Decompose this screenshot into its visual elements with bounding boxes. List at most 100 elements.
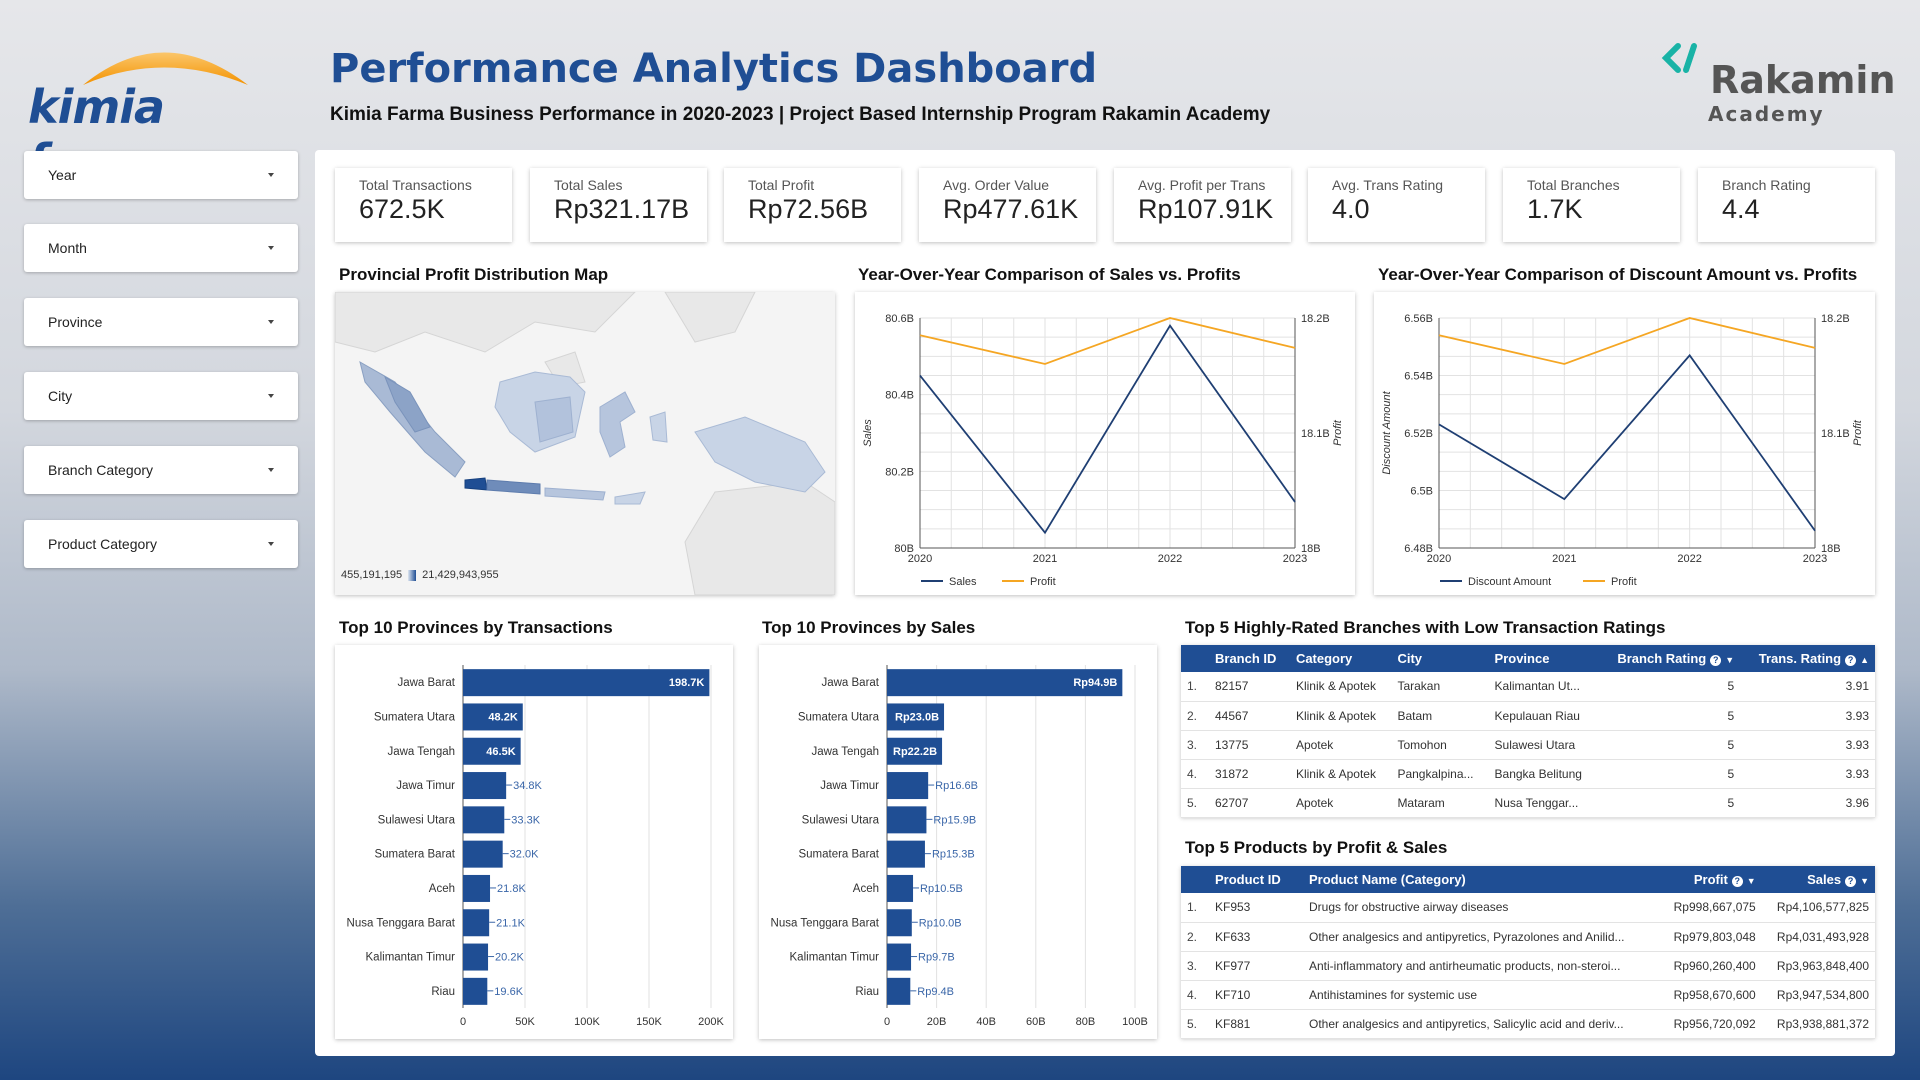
table-cell: KF710: [1209, 980, 1303, 1010]
bar: [887, 806, 927, 834]
table-cell: 2.: [1181, 922, 1209, 952]
y2-axis-label: Profit: [1852, 419, 1864, 446]
filter-province[interactable]: Province: [24, 298, 298, 346]
filter-label: Product Category: [48, 536, 157, 552]
table-cell: Rp979,803,048: [1659, 922, 1762, 952]
legend-label: Discount Amount: [1468, 576, 1551, 588]
header-category[interactable]: Category: [1289, 645, 1392, 672]
table-cell: 3.: [1181, 951, 1209, 981]
x-tick-label: 20B: [927, 1016, 947, 1028]
filter-product-category[interactable]: Product Category: [24, 520, 298, 568]
bar: [463, 840, 503, 868]
bar-value-label: Rp23.0B: [895, 711, 939, 723]
table-cell: 5: [1598, 730, 1741, 760]
table-cell: 3.93: [1740, 701, 1875, 731]
indonesia-map: [335, 292, 835, 595]
filter-month[interactable]: Month: [24, 224, 298, 272]
sales-profit-line-chart[interactable]: 80B80.2B80.4B80.6B18B18.1B18.2B2020 2021 2…: [855, 292, 1355, 595]
info-icon[interactable]: ?: [1845, 655, 1857, 666]
x-tick-label: 60B: [1026, 1016, 1046, 1028]
table-cell: Sulawesi Utara: [1488, 730, 1599, 760]
discount-profit-line-chart[interactable]: 6.48B6.5B6.52B6.54B6.56B18B18.1B18.2B202…: [1374, 292, 1875, 595]
table-row[interactable]: 4. KF710 Antihistamines for systemic use Rp…: [1181, 980, 1875, 1010]
sort-desc-icon[interactable]: ▼: [1860, 876, 1869, 886]
kpi-value: Rp72.56B: [748, 194, 869, 224]
chart-title: Top 10 Provinces by Sales: [762, 618, 976, 637]
x-tick-label: 150K: [636, 1016, 662, 1028]
table-row[interactable]: 5. KF881 Other analgesics and antipyretics…: [1181, 1009, 1875, 1039]
table-row[interactable]: 2. 44567 Klinik & Apotek Batam Kepulauan Ria…: [1181, 701, 1875, 731]
table-row[interactable]: 1. KF953 Drugs for obstructive airway dise…: [1181, 893, 1875, 923]
x-tick-label: 2022: [1158, 553, 1182, 565]
table-row[interactable]: 2. KF633 Other analgesics and antipyretics…: [1181, 922, 1875, 952]
filter-city[interactable]: City: [24, 372, 298, 420]
category-label: Nusa Tenggara Barat: [347, 917, 456, 929]
table-row[interactable]: 1. 82157 Klinik & Apotek Tarakan Kalimantan …: [1181, 672, 1875, 702]
table-cell: Apotek: [1289, 730, 1392, 760]
header-product-name[interactable]: Product Name (Category): [1303, 866, 1660, 893]
profit-map[interactable]: 455,191,195 21,429,943,955: [335, 292, 835, 595]
x-tick-label: 2021: [1033, 553, 1057, 565]
rakamin-logo: Rakamin Academy: [1660, 38, 1900, 128]
y2-axis-label: Profit: [1332, 419, 1344, 446]
caret-down-icon: [268, 468, 274, 472]
header-province[interactable]: Province: [1488, 645, 1599, 672]
bar: [887, 840, 925, 868]
y2-tick-label: 18.2B: [1821, 313, 1850, 325]
chart-title: Year-Over-Year Comparison of Discount Am…: [1378, 265, 1858, 284]
table-row[interactable]: 4. 31872 Klinik & Apotek Pangkalpina... Bang…: [1181, 759, 1875, 789]
table-cell: Pangkalpina...: [1391, 759, 1489, 789]
header-profit[interactable]: Profit? ▼: [1659, 866, 1762, 893]
info-icon[interactable]: ?: [1845, 876, 1857, 887]
bar: [887, 874, 914, 902]
table-cell: KF633: [1209, 922, 1303, 952]
category-label: Sulawesi Utara: [378, 814, 456, 826]
kpi-label: Avg. Profit per Trans: [1138, 177, 1266, 193]
header-sales[interactable]: Sales? ▼: [1761, 866, 1875, 893]
table-cell: Rp4,106,577,825: [1761, 893, 1875, 923]
kpi-total-transactions: Total Transactions 672.5K: [335, 168, 512, 242]
table-cell: Mataram: [1391, 788, 1489, 818]
y-tick-label: 6.52B: [1404, 428, 1433, 440]
table-cell: Antihistamines for systemic use: [1303, 980, 1660, 1010]
sort-desc-icon[interactable]: ▼: [1747, 876, 1756, 886]
table-cell: 62707: [1209, 788, 1290, 818]
transactions-bar-chart[interactable]: 0 50K 100K 150K 200K Jawa Barat 198.7K Sumatera…: [335, 645, 733, 1039]
y-axis-label: Discount Amount: [1381, 390, 1393, 474]
rakamin-mark-icon: [1661, 43, 1697, 73]
x-tick-label: 0: [460, 1016, 466, 1028]
filter-year[interactable]: Year: [24, 151, 298, 199]
filter-branch-category[interactable]: Branch Category: [24, 446, 298, 494]
header-label: Branch Rating: [1617, 651, 1707, 666]
branches-table: Branch ID Category City Province Branch …: [1181, 645, 1875, 818]
header-city[interactable]: City: [1391, 645, 1489, 672]
header-trans-rating[interactable]: Trans. Rating? ▲: [1740, 645, 1875, 672]
sales-bar-chart[interactable]: 0 20B 40B 60B 80B 100B Jawa Barat Rp94.9B Sumate…: [759, 645, 1157, 1039]
table-row[interactable]: 3. 13775 Apotek Tomohon Sulawesi Utara 5 3.93: [1181, 730, 1875, 760]
kpi-value: Rp107.91K: [1138, 194, 1274, 224]
x-tick-label: 100B: [1122, 1016, 1148, 1028]
table-row[interactable]: 5. 62707 Apotek Mataram Nusa Tenggar... 5 3.96: [1181, 788, 1875, 818]
kpi-avg-profit-per-trans: Avg. Profit per Trans Rp107.91K: [1114, 168, 1291, 242]
table-cell: 5: [1598, 759, 1741, 789]
table-cell: Rp998,667,075: [1659, 893, 1762, 923]
header-branch-id[interactable]: Branch ID: [1209, 645, 1290, 672]
info-icon[interactable]: ?: [1731, 876, 1743, 887]
chart-title: Top 10 Provinces by Transactions: [339, 618, 613, 637]
y-tick-label: 6.54B: [1404, 371, 1433, 383]
kpi-total-branches: Total Branches 1.7K: [1503, 168, 1680, 242]
info-icon[interactable]: ?: [1710, 655, 1722, 666]
category-label: Jawa Barat: [397, 677, 455, 689]
table-row[interactable]: 3. KF977 Anti-inflammatory and antirheumat…: [1181, 951, 1875, 981]
table-cell: Rp3,947,534,800: [1761, 980, 1875, 1010]
caret-down-icon: [268, 173, 274, 177]
header-branch-rating[interactable]: Branch Rating? ▼: [1598, 645, 1741, 672]
sort-asc-icon[interactable]: ▲: [1860, 655, 1869, 665]
sort-desc-icon[interactable]: ▼: [1725, 655, 1734, 665]
kpi-value: 672.5K: [359, 194, 445, 224]
kpi-avg-order-value: Avg. Order Value Rp477.61K: [919, 168, 1096, 242]
header-product-id[interactable]: Product ID: [1209, 866, 1303, 893]
table-cell: Anti-inflammatory and antirheumatic prod…: [1303, 951, 1660, 981]
caret-down-icon: [268, 246, 274, 250]
table-cell: 3.93: [1740, 759, 1875, 789]
